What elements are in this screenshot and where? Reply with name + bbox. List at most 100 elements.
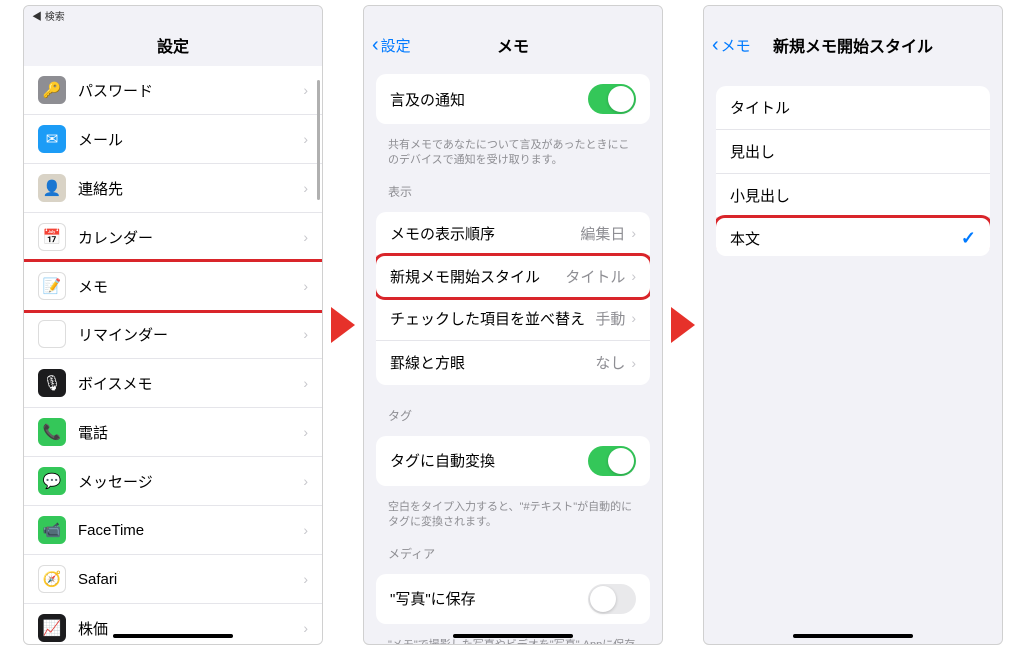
new-note-style-screen: ‹ メモ 新規メモ開始スタイル タイトル見出し小見出し本文✓	[703, 5, 1003, 645]
page-title: メモ	[497, 33, 529, 57]
chevron-right-icon: ›	[303, 131, 308, 147]
row-label: 連絡先	[78, 178, 303, 199]
home-indicator[interactable]	[113, 634, 233, 638]
row-label: 見出し	[730, 141, 976, 162]
chevron-right-icon: ›	[303, 473, 308, 489]
section-header: タグ	[364, 393, 662, 428]
app-icon: 📹	[38, 516, 66, 544]
style-option-タイトル[interactable]: タイトル	[716, 86, 990, 130]
app-icon: 📈	[38, 614, 66, 642]
toggle-off[interactable]	[588, 584, 636, 614]
page-title: 新規メモ開始スタイル	[773, 33, 933, 57]
chevron-right-icon: ›	[303, 620, 308, 636]
row-label: 本文	[730, 228, 961, 249]
row-label: 電話	[78, 422, 303, 443]
checkmark-icon: ✓	[961, 228, 976, 249]
back-button[interactable]: ‹ メモ	[712, 34, 751, 57]
row-label: FaceTime	[78, 522, 303, 539]
row-label: パスワード	[78, 80, 303, 101]
nav-bar: 設定	[24, 24, 322, 66]
chevron-right-icon: ›	[303, 571, 308, 587]
chevron-right-icon: ›	[303, 278, 308, 294]
settings-row-ボイスメモ[interactable]: 🎙ボイスメモ›	[24, 359, 322, 408]
app-icon: ☰	[38, 320, 66, 348]
checked-items-row[interactable]: チェックした項目を並べ替え 手動 ›	[376, 297, 650, 341]
style-option-小見出し[interactable]: 小見出し	[716, 174, 990, 218]
status-bar	[704, 6, 1002, 24]
chevron-right-icon: ›	[303, 522, 308, 538]
section-footer: 空白をタイプ入力すると、"#テキスト"が自動的にタグに変換されます。	[364, 494, 662, 531]
app-icon: 📅	[38, 223, 66, 251]
chevron-left-icon: ‹	[712, 34, 719, 57]
style-options-list[interactable]: タイトル見出し小見出し本文✓	[704, 66, 1002, 644]
section-header: 表示	[364, 169, 662, 204]
style-option-本文[interactable]: 本文✓	[716, 215, 990, 256]
arrow-icon	[331, 307, 355, 343]
row-label: メッセージ	[78, 471, 303, 492]
app-icon: 🧭	[38, 565, 66, 593]
settings-row-連絡先[interactable]: 👤 連絡先›	[24, 164, 322, 213]
settings-row-メモ[interactable]: 📝 メモ›	[24, 259, 322, 313]
row-label: Safari	[78, 571, 303, 588]
row-label: リマインダー	[78, 324, 303, 345]
toggle-on[interactable]	[588, 84, 636, 114]
row-label: メール	[78, 129, 303, 150]
section-header: メディア	[364, 531, 662, 566]
home-indicator[interactable]	[793, 634, 913, 638]
save-to-photos-row[interactable]: "写真"に保存	[376, 574, 650, 624]
back-label: 設定	[381, 35, 411, 56]
chevron-right-icon: ›	[631, 355, 636, 371]
style-option-見出し[interactable]: 見出し	[716, 130, 990, 174]
chevron-right-icon: ›	[631, 268, 636, 284]
app-icon: 👤	[38, 174, 66, 202]
settings-row-FaceTime[interactable]: 📹 FaceTime›	[24, 506, 322, 555]
app-icon: 🎙	[38, 369, 66, 397]
settings-row-株価[interactable]: 📈株価›	[24, 604, 322, 644]
settings-row-パスワード[interactable]: 🔑 パスワード›	[24, 66, 322, 115]
new-note-style-row[interactable]: 新規メモ開始スタイル タイトル ›	[376, 253, 650, 300]
row-label: タイトル	[730, 97, 976, 118]
chevron-right-icon: ›	[303, 424, 308, 440]
settings-row-リマインダー[interactable]: ☰ リマインダー›	[24, 310, 322, 359]
row-label: ボイスメモ	[78, 373, 303, 394]
settings-row-メッセージ[interactable]: 💬 メッセージ›	[24, 457, 322, 506]
app-icon: 💬	[38, 467, 66, 495]
chevron-right-icon: ›	[303, 326, 308, 342]
chevron-right-icon: ›	[303, 180, 308, 196]
chevron-left-icon: ‹	[372, 34, 379, 57]
scrollbar[interactable]	[317, 80, 320, 200]
row-label: 小見出し	[730, 185, 976, 206]
home-indicator[interactable]	[453, 634, 573, 638]
status-back-link[interactable]: ◀ 検索	[32, 12, 65, 23]
arrow-icon	[671, 307, 695, 343]
row-label: メモ	[78, 276, 303, 297]
sort-order-row[interactable]: メモの表示順序 編集日 ›	[376, 212, 650, 256]
row-label: カレンダー	[78, 227, 303, 248]
settings-row-Safari[interactable]: 🧭 Safari›	[24, 555, 322, 604]
auto-tag-row[interactable]: タグに自動変換	[376, 436, 650, 486]
notes-settings-list[interactable]: 言及の通知 共有メモであなたについて言及があったときにこのデバイスで通知を受け取…	[364, 66, 662, 644]
toggle-on[interactable]	[588, 446, 636, 476]
settings-screen: ◀ 検索 設定 🔑パスワード›✉メール›👤連絡先›📅カレンダー›📝メモ›☰リマイ…	[23, 5, 323, 645]
settings-list[interactable]: 🔑パスワード›✉メール›👤連絡先›📅カレンダー›📝メモ›☰リマインダー›🎙ボイス…	[24, 66, 322, 644]
lines-grid-row[interactable]: 罫線と方眼 なし ›	[376, 341, 650, 385]
app-icon: 📝	[38, 272, 66, 300]
nav-bar: ‹ メモ 新規メモ開始スタイル	[704, 24, 1002, 66]
chevron-right-icon: ›	[631, 310, 636, 326]
settings-row-メール[interactable]: ✉ メール›	[24, 115, 322, 164]
settings-row-カレンダー[interactable]: 📅 カレンダー›	[24, 213, 322, 262]
back-label: メモ	[721, 35, 751, 56]
app-icon: 🔑	[38, 76, 66, 104]
settings-row-電話[interactable]: 📞 電話›	[24, 408, 322, 457]
nav-bar: ‹ 設定 メモ	[364, 24, 662, 66]
chevron-right-icon: ›	[303, 82, 308, 98]
status-bar: ◀ 検索	[24, 6, 322, 24]
app-icon: ✉	[38, 125, 66, 153]
app-icon: 📞	[38, 418, 66, 446]
chevron-right-icon: ›	[303, 229, 308, 245]
mention-notification-row[interactable]: 言及の通知	[376, 74, 650, 124]
back-button[interactable]: ‹ 設定	[372, 34, 411, 57]
notes-settings-screen: ‹ 設定 メモ 言及の通知 共有メモであなたについて言及があったときにこのデバイ…	[363, 5, 663, 645]
section-footer: 共有メモであなたについて言及があったときにこのデバイスで通知を受け取ります。	[364, 132, 662, 169]
row-label: 言及の通知	[390, 89, 588, 110]
